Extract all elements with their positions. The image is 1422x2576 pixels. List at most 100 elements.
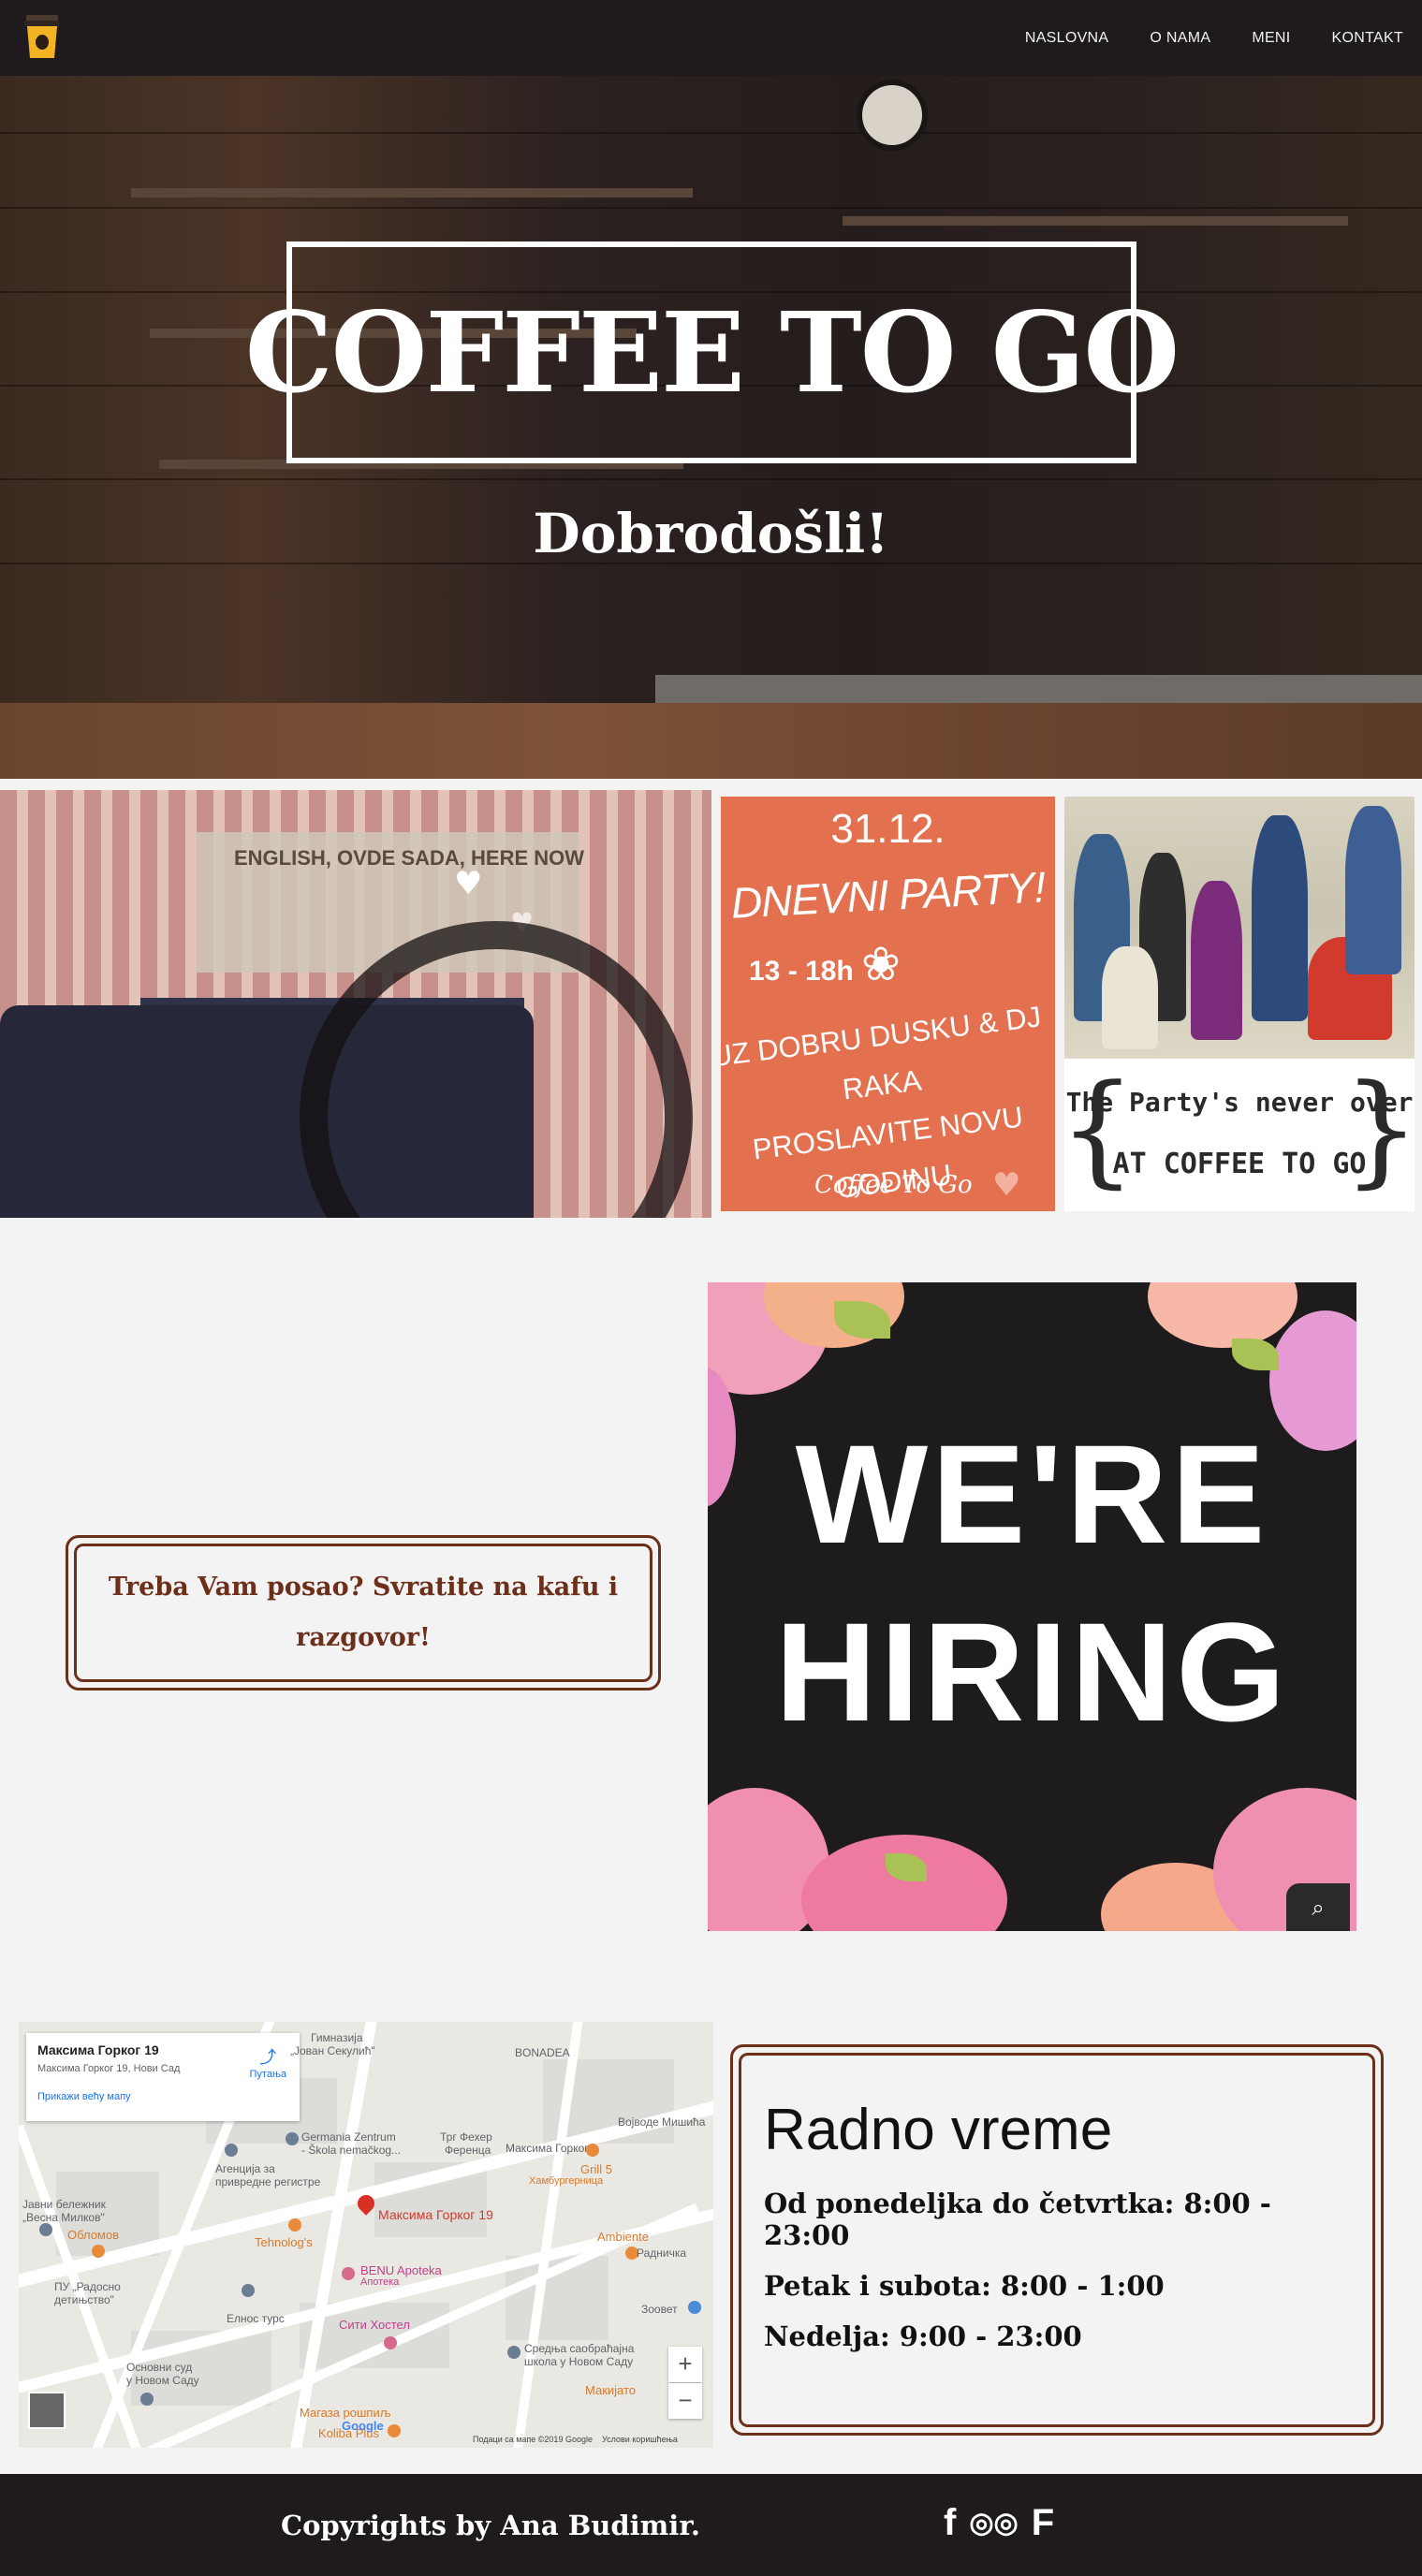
wall-clock-icon <box>857 80 928 151</box>
hiring-word-1: WE'RE <box>795 1415 1269 1573</box>
photo-gallery: ENGLISH, OVDE SADA, HERE NOW ♥ ♥ 31.12. … <box>0 790 1422 1218</box>
restaurant-icon[interactable] <box>388 2424 401 2437</box>
map-label: „Весна Милков" <box>22 2211 105 2224</box>
tripadvisor-icon[interactable]: ◎◎ <box>969 2507 1018 2539</box>
zoom-out-button[interactable]: − <box>668 2383 702 2419</box>
map-label: Ambiente <box>597 2230 649 2244</box>
poi-icon[interactable] <box>242 2284 255 2297</box>
opening-hours-box: Radno vreme Od ponedeljka do četvrtka: 8… <box>730 2044 1384 2436</box>
map-label: Grill 5 <box>580 2162 612 2176</box>
map-label: ПУ „Радосно <box>54 2280 121 2293</box>
heart-icon: ♥ <box>454 865 483 902</box>
map-label: Гимназија <box>311 2031 363 2044</box>
foursquare-icon[interactable]: F <box>1032 2502 1054 2544</box>
map-label: Tehnolog's <box>255 2235 313 2249</box>
hiring-message-box: Treba Vam posao? Svratite na kafu i razg… <box>66 1535 661 1690</box>
map-label: Магаза рошпиљ <box>300 2406 391 2420</box>
map-label: Сити Хостел <box>339 2318 410 2332</box>
map-label: Зоовет <box>641 2303 678 2316</box>
map-label: привредне регистре <box>215 2175 321 2188</box>
map-label: Јавни бележник <box>22 2198 106 2211</box>
poi-icon[interactable] <box>225 2144 238 2157</box>
nav-kontakt[interactable]: KONTAKT <box>1332 30 1403 47</box>
map-label: Макијато <box>585 2383 637 2397</box>
footer: Copyrights by Ana Budimir. f ◎◎ F <box>0 2474 1422 2576</box>
map-label: Агенција за <box>215 2162 275 2175</box>
hours-title: Radno vreme <box>764 2098 1113 2162</box>
cafe-interior-photo: ENGLISH, OVDE SADA, HERE NOW ♥ ♥ <box>0 790 711 1218</box>
hero-title-frame: COFFEE TO GO <box>245 242 1180 463</box>
party-poster: 31.12. DNEVNI PARTY! 13 - 18h ❀ UZ DOBRU… <box>721 797 1055 1211</box>
retro-party-poster: { } The Party's never over AT COFFEE TO … <box>1064 797 1415 1211</box>
poi-icon[interactable] <box>286 2132 299 2145</box>
retro-line: The Party's never over <box>1065 1087 1414 1118</box>
retro-poster-text: The Party's never over AT COFFEE TO GO <box>1064 1068 1415 1199</box>
map-label: у Новом Саду <box>126 2374 199 2387</box>
poster-hours: 13 - 18h <box>749 956 854 987</box>
map-type-toggle[interactable] <box>28 2392 66 2429</box>
hero-title: COFFEE TO GO <box>244 287 1180 417</box>
poster-headline: DNEVNI PARTY! <box>729 862 1047 928</box>
poi-icon[interactable] <box>140 2393 154 2406</box>
map-label: детињство" <box>54 2293 114 2306</box>
map-label: Хамбургерница <box>529 2175 604 2187</box>
zoom-in-button[interactable]: + <box>668 2347 702 2382</box>
poi-icon[interactable] <box>688 2301 701 2314</box>
map-label: Средња саобраћајна <box>524 2342 635 2355</box>
nav-o-nama[interactable]: O NAMA <box>1150 30 1210 47</box>
map-label: „Јован Секулић" <box>290 2044 375 2057</box>
directions-icon: ⤴ <box>259 2048 277 2067</box>
directions-button[interactable]: ⤴ Путања <box>250 2044 287 2080</box>
map-label: Елнос турс <box>227 2312 285 2325</box>
street-label: Радничка <box>637 2247 687 2260</box>
nav-naslovna[interactable]: NASLOVNA <box>1025 30 1109 47</box>
image-search-icon[interactable]: ⌕ <box>1286 1883 1350 1931</box>
hotel-icon[interactable] <box>384 2336 397 2349</box>
restaurant-icon[interactable] <box>288 2218 301 2232</box>
hero-subtitle: Dobrodošli! <box>533 502 889 565</box>
map-data-credit: Подаци са мапе ©2019 Google <box>473 2435 593 2444</box>
copyright-text: Copyrights by Ana Budimir. <box>281 2509 701 2541</box>
social-links: f ◎◎ F <box>944 2502 1054 2544</box>
hero-banner: COFFEE TO GO Dobrodošli! <box>0 76 1422 779</box>
map-label: Трг Фехер <box>440 2130 492 2144</box>
street-label: Војводе Мишића <box>618 2115 706 2129</box>
pharmacy-icon[interactable] <box>342 2267 355 2280</box>
hours-fri-sat: Petak i subota: 8:00 - 1:00 <box>764 2270 1165 2302</box>
map-label: - Škola nemačkog... <box>301 2144 402 2157</box>
map-label: Germania Zentrum <box>301 2130 396 2144</box>
heart-icon: ♥ <box>992 1166 1021 1204</box>
google-map[interactable]: Максима Горког 19 Максима Горког 19, Нов… <box>19 2022 713 2448</box>
pin-label: Максима Горког 19 <box>378 2207 493 2222</box>
directions-label: Путања <box>249 2069 287 2080</box>
poi-icon[interactable] <box>39 2223 52 2236</box>
map-label: BONADEA <box>515 2046 570 2059</box>
nav-meni[interactable]: MENI <box>1252 30 1290 47</box>
facebook-icon[interactable]: f <box>944 2502 956 2544</box>
map-attribution: Подаци са мапе ©2019 Google Услови кориш… <box>473 2435 678 2444</box>
restaurant-icon[interactable] <box>586 2144 599 2157</box>
were-hiring-image: WE'RE HIRING ⌕ <box>708 1282 1356 1931</box>
poster-signature: Coffee To Go <box>814 1171 973 1199</box>
hours-sunday: Nedelja: 9:00 - 23:00 <box>764 2320 1082 2352</box>
hiring-line1: Treba Vam posao? Svratite na kafu i <box>108 1573 619 1602</box>
navbar: NASLOVNA O NAMA MENI KONTAKT <box>0 0 1422 76</box>
larger-map-link[interactable]: Прикажи већу мапу <box>37 2091 288 2102</box>
map-terms-link[interactable]: Услови коришћења <box>602 2435 678 2444</box>
map-label: Ференца <box>445 2144 491 2157</box>
restaurant-icon[interactable] <box>92 2245 105 2258</box>
map-label: Апотека <box>360 2276 400 2288</box>
hours-weekdays: Od ponedeljka do četvrtka: 8:00 - 23:00 <box>764 2188 1271 2251</box>
map-place-card: Максима Горког 19 Максима Горког 19, Нов… <box>26 2033 300 2121</box>
map-label: школа у Новом Саду <box>524 2355 634 2368</box>
poster-date: 31.12. <box>830 806 946 852</box>
hiring-word-2: HIRING <box>775 1593 1289 1750</box>
wreath-icon: ❀ <box>861 937 901 991</box>
nav-links: NASLOVNA O NAMA MENI KONTAKT <box>1025 0 1403 76</box>
poi-icon[interactable] <box>507 2346 520 2359</box>
google-logo: Google <box>342 2419 384 2433</box>
street-label: Максима Горког <box>506 2142 589 2155</box>
map-label: BENU Apoteka <box>360 2263 442 2277</box>
retro-line: AT COFFEE TO GO <box>1112 1148 1367 1180</box>
coffee-cup-icon[interactable] <box>22 11 62 60</box>
